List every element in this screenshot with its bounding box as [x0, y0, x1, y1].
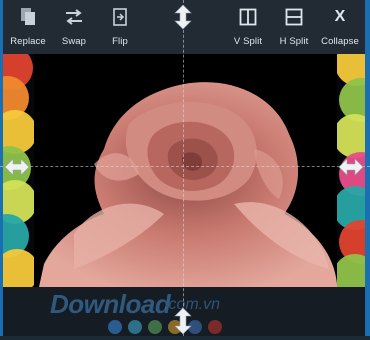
left-resize-handle[interactable]	[4, 158, 30, 181]
color-dot[interactable]	[208, 320, 222, 334]
flip-button[interactable]: Flip	[107, 4, 133, 52]
vsplit-label: V Split	[233, 36, 263, 47]
rose-photo	[34, 54, 337, 287]
top-resize-handle[interactable]	[173, 4, 193, 35]
up-down-arrow-icon	[174, 4, 192, 30]
vertical-split-icon	[237, 6, 259, 28]
vsplit-button[interactable]: V Split	[231, 4, 265, 52]
collapse-button[interactable]: X Collapse	[320, 4, 360, 52]
swap-arrows-icon	[63, 6, 85, 28]
collapse-label: Collapse	[321, 36, 359, 47]
flip-icon	[109, 6, 131, 28]
swap-label: Swap	[61, 36, 87, 47]
left-right-arrow-icon	[338, 158, 364, 176]
color-dot[interactable]	[108, 320, 122, 334]
copy-pages-icon	[17, 6, 39, 28]
vertical-split-guide	[183, 0, 184, 336]
left-right-arrow-icon	[4, 158, 30, 176]
right-resize-handle[interactable]	[338, 158, 364, 181]
collapse-x-icon: X	[334, 8, 346, 25]
flip-label: Flip	[112, 36, 128, 47]
replace-label: Replace	[10, 36, 46, 47]
color-dots	[108, 320, 222, 334]
color-dot[interactable]	[148, 320, 162, 334]
horizontal-split-icon	[283, 6, 305, 28]
image-viewer[interactable]	[3, 54, 365, 287]
watermark-brand: Download	[50, 289, 171, 319]
window-border-right	[365, 0, 370, 336]
replace-button[interactable]: Replace	[9, 4, 47, 52]
horizontal-split-guide	[0, 166, 370, 167]
hsplit-button[interactable]: H Split	[277, 4, 311, 52]
swap-button[interactable]: Swap	[58, 4, 90, 52]
color-dot[interactable]	[128, 320, 142, 334]
bottom-resize-handle[interactable]	[173, 307, 193, 340]
hsplit-label: H Split	[279, 36, 309, 47]
up-down-arrow-icon	[174, 307, 192, 335]
